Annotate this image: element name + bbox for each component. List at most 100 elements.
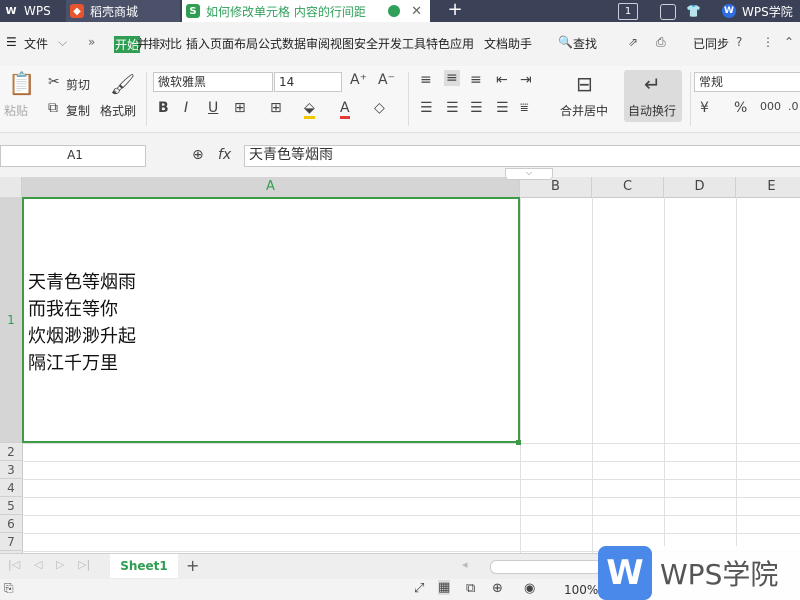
chevron-down-icon[interactable]: ⌵: [58, 35, 67, 50]
horizontal-scrollbar[interactable]: [490, 560, 602, 574]
collapse-ribbon-icon[interactable]: ⌃: [784, 35, 794, 49]
formula-input[interactable]: 天青色等烟雨: [244, 145, 800, 167]
zoom-level[interactable]: 100%: [564, 583, 598, 597]
menu-security[interactable]: 安全: [354, 35, 378, 52]
column-header-b[interactable]: B: [520, 177, 592, 197]
align-top-icon[interactable]: ≡: [420, 72, 432, 88]
merge-center-button[interactable]: 合并居中: [560, 102, 608, 119]
row-header-2[interactable]: 2: [0, 443, 22, 461]
align-right-icon[interactable]: ☰: [470, 100, 483, 116]
format-painter-button[interactable]: 格式刷: [100, 102, 136, 119]
row-header-4[interactable]: 4: [0, 479, 22, 497]
row-header-6[interactable]: 6: [0, 515, 22, 533]
font-size-select[interactable]: 14: [274, 72, 342, 92]
column-header-c[interactable]: C: [592, 177, 664, 197]
align-center-icon[interactable]: ☰: [446, 100, 459, 116]
last-sheet-icon[interactable]: ▷|: [78, 558, 90, 571]
align-middle-icon[interactable]: ≡: [444, 70, 460, 86]
format-painter-icon[interactable]: 🖌: [110, 72, 135, 96]
justify-icon[interactable]: ☰: [496, 100, 509, 116]
menu-page-layout[interactable]: 页面布局: [210, 35, 258, 52]
prev-sheet-icon[interactable]: ◁: [34, 558, 42, 571]
tab-document[interactable]: S 如何修改单元格 内容的行间距 ✕: [182, 0, 430, 22]
menu-file[interactable]: 文件: [24, 35, 48, 52]
row-header-3[interactable]: 3: [0, 461, 22, 479]
tab-daoke-store[interactable]: ◆ 稻壳商城: [66, 0, 180, 22]
paste-button[interactable]: 粘贴: [4, 102, 28, 119]
border-icon[interactable]: ⊞: [234, 100, 246, 116]
select-all-corner[interactable]: [0, 177, 22, 197]
name-box[interactable]: A1: [0, 145, 146, 167]
menu-data[interactable]: 数据: [282, 35, 306, 52]
clear-format-icon[interactable]: ◇: [374, 100, 385, 116]
menu-review[interactable]: 审阅: [306, 35, 330, 52]
decimal-icon[interactable]: .0: [788, 100, 799, 113]
percent-icon[interactable]: %: [734, 100, 747, 116]
fx-icon[interactable]: fx: [218, 147, 231, 163]
row-header-5[interactable]: 5: [0, 497, 22, 515]
zoom-formula-icon[interactable]: ⊕: [192, 147, 204, 163]
menu-overlap-text[interactable]: 并排对比: [137, 35, 182, 52]
column-header-a[interactable]: A: [22, 177, 520, 197]
search-icon[interactable]: 🔍: [558, 35, 573, 49]
wrap-text-button[interactable]: ↵ 自动换行: [624, 70, 682, 122]
close-icon[interactable]: ✕: [411, 4, 422, 19]
merge-center-icon[interactable]: ⊟: [576, 72, 593, 96]
menu-view[interactable]: 视图: [330, 35, 354, 52]
outdent-icon[interactable]: ⇤: [496, 72, 508, 88]
window-count-badge[interactable]: 1: [618, 3, 638, 20]
cell-a1[interactable]: 天青色等烟雨 而我在等你 炊烟渺渺升起 隔江千万里: [22, 197, 520, 443]
sheet-tab-sheet1[interactable]: Sheet1: [110, 554, 178, 578]
indent-icon[interactable]: ⇥: [520, 72, 532, 88]
add-sheet-button[interactable]: +: [186, 556, 199, 575]
wps-academy-tab[interactable]: W WPS学院: [722, 0, 800, 22]
decrease-font-icon[interactable]: A⁻: [378, 72, 395, 88]
underline-icon[interactable]: U: [208, 100, 218, 116]
scissors-icon[interactable]: ✂: [48, 74, 60, 90]
more-icon[interactable]: ⋮: [762, 35, 774, 49]
italic-icon[interactable]: I: [184, 100, 188, 116]
conditional-icon[interactable]: ⊞: [270, 100, 282, 116]
row-header-1[interactable]: 1: [0, 197, 22, 443]
fill-handle[interactable]: [516, 440, 521, 445]
column-header-d[interactable]: D: [664, 177, 736, 197]
page-layout-icon[interactable]: ⧉: [466, 581, 475, 596]
bold-icon[interactable]: B: [158, 100, 169, 116]
number-format-select[interactable]: 常规: [694, 72, 800, 92]
fill-color-icon[interactable]: ⬙: [304, 100, 315, 119]
sync-icon[interactable]: [660, 4, 676, 20]
increase-font-icon[interactable]: A⁺: [350, 72, 367, 88]
menu-features[interactable]: 特色应用: [426, 35, 474, 52]
sync-status[interactable]: 已同步: [693, 35, 729, 52]
page-break-icon[interactable]: ⊕: [492, 581, 503, 596]
copy-button[interactable]: 复制: [66, 102, 90, 119]
hamburger-icon[interactable]: ☰: [6, 35, 17, 49]
menu-formula[interactable]: 公式: [258, 35, 282, 52]
macro-icon[interactable]: ⎘: [4, 581, 14, 596]
double-chevron-icon[interactable]: »: [88, 35, 95, 49]
cut-button[interactable]: 剪切: [66, 76, 90, 93]
first-sheet-icon[interactable]: |◁: [8, 558, 20, 571]
skin-icon[interactable]: 👕: [686, 4, 701, 18]
column-header-e[interactable]: E: [736, 177, 800, 197]
menu-developer[interactable]: 开发工具: [378, 35, 426, 52]
thousands-icon[interactable]: 000: [760, 100, 781, 113]
menu-insert[interactable]: 插入: [186, 35, 210, 52]
fullscreen-icon[interactable]: ⤢: [414, 581, 424, 596]
tab-wps-home[interactable]: W WPS: [0, 0, 64, 22]
distributed-icon[interactable]: ⩸: [520, 100, 529, 116]
align-left-icon[interactable]: ☰: [420, 100, 433, 116]
share-icon[interactable]: ⇗: [628, 35, 638, 49]
eye-protection-icon[interactable]: ◉: [524, 581, 535, 596]
menu-search[interactable]: 查找: [573, 35, 597, 52]
menu-doc-assistant[interactable]: 文档助手: [484, 35, 532, 52]
new-tab-button[interactable]: +: [440, 0, 470, 22]
next-sheet-icon[interactable]: ▷: [56, 558, 64, 571]
align-bottom-icon[interactable]: ≡: [470, 72, 482, 88]
font-name-select[interactable]: 微软雅黑: [153, 72, 273, 92]
copy-icon[interactable]: ⧉: [48, 100, 58, 116]
paste-icon[interactable]: 📋: [8, 72, 35, 97]
row-header-7[interactable]: 7: [0, 533, 22, 551]
font-color-icon[interactable]: A: [340, 100, 350, 119]
expand-formula-icon[interactable]: ⌵: [505, 168, 553, 180]
